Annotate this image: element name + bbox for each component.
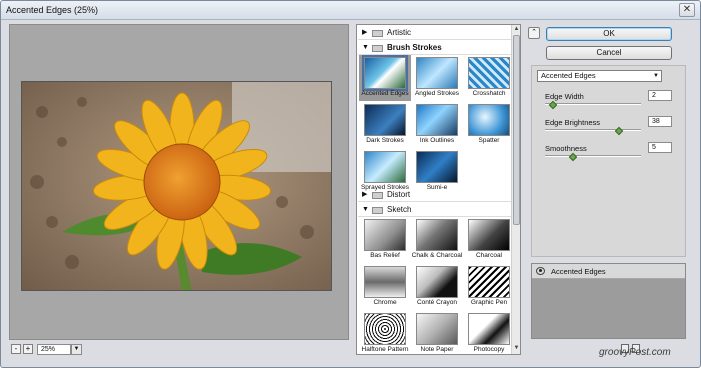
slider-track[interactable] — [545, 129, 641, 131]
collapse-gallery-button[interactable]: ⌃ — [528, 27, 540, 39]
param-edge-width: Edge Width 2 — [545, 90, 675, 112]
filter-thumb[interactable]: Charcoal — [463, 217, 515, 263]
eye-icon[interactable] — [536, 267, 545, 275]
scroll-down-icon[interactable]: ▼ — [512, 344, 520, 353]
effect-layer-row[interactable]: Accented Edges — [532, 264, 685, 279]
expand-arrow-icon[interactable]: ▶ — [362, 26, 367, 40]
zoom-level-field[interactable]: 25% — [37, 344, 71, 355]
folder-icon — [372, 30, 383, 37]
param-smoothness: Smoothness 5 — [545, 142, 675, 164]
zoom-controls: - + 25% ▼ — [11, 344, 171, 356]
effect-layers-panel: Accented Edges — [531, 263, 686, 339]
sunflower-image — [21, 81, 332, 291]
filter-thumb[interactable]: Spatter — [463, 102, 515, 148]
folder-sketch[interactable]: ▼ Sketch — [358, 203, 511, 217]
window-title: Accented Edges (25%) — [6, 5, 99, 15]
folder-brush-strokes[interactable]: ▼ Brush Strokes — [358, 41, 511, 55]
filter-thumb[interactable]: Bas Relief — [359, 217, 411, 263]
ok-button[interactable]: OK — [546, 27, 672, 41]
gallery-scrollbar[interactable]: ▲ ▼ — [511, 25, 520, 354]
preview-area[interactable] — [9, 24, 349, 340]
filter-select[interactable]: Accented Edges ▼ — [537, 70, 662, 82]
filter-thumb[interactable]: Graphic Pen — [463, 264, 515, 310]
collapse-arrow-icon[interactable]: ▼ — [362, 41, 369, 55]
close-button[interactable]: ✕ — [679, 3, 695, 17]
zoom-dropdown[interactable]: ▼ — [71, 344, 82, 355]
folder-icon — [372, 45, 383, 52]
param-edge-brightness: Edge Brightness 38 — [545, 116, 675, 138]
watermark-text: groovyPost.com — [599, 347, 671, 358]
scroll-thumb[interactable] — [513, 35, 520, 225]
cancel-button[interactable]: Cancel — [546, 46, 672, 60]
zoom-in-button[interactable]: + — [23, 344, 33, 354]
filter-thumb[interactable]: Conté Crayon — [411, 264, 463, 310]
filter-gallery: ▶ Artistic ▼ Brush Strokes Accented Edge… — [356, 24, 521, 355]
slider-track[interactable] — [545, 103, 641, 105]
folder-icon — [372, 207, 383, 214]
smoothness-input[interactable]: 5 — [648, 142, 672, 153]
edge-brightness-input[interactable]: 38 — [648, 116, 672, 127]
folder-distort[interactable]: ▶ Distort — [358, 188, 511, 202]
filter-thumb[interactable]: Note Paper — [411, 311, 463, 354]
expand-arrow-icon[interactable]: ▶ — [362, 188, 367, 202]
chevron-down-icon: ▼ — [653, 73, 659, 79]
scroll-up-icon[interactable]: ▲ — [512, 25, 520, 34]
title-bar: Accented Edges (25%) ✕ — [1, 1, 700, 20]
zoom-out-button[interactable]: - — [11, 344, 21, 354]
filter-gallery-window: Accented Edges (25%) ✕ - + 25% ▼ ▶ Artis… — [0, 0, 701, 368]
filter-thumb[interactable]: Accented Edges — [359, 55, 411, 101]
folder-icon — [372, 192, 383, 199]
collapse-arrow-icon[interactable]: ▼ — [362, 203, 369, 217]
filter-thumb[interactable]: Ink Outlines — [411, 102, 463, 148]
filter-thumb[interactable]: Chrome — [359, 264, 411, 310]
edge-width-input[interactable]: 2 — [648, 90, 672, 101]
filter-thumb[interactable]: Photocopy — [463, 311, 515, 354]
filter-thumb[interactable]: Crosshatch — [463, 55, 515, 101]
filter-thumb[interactable]: Halftone Pattern — [359, 311, 411, 354]
filter-thumb[interactable]: Dark Strokes — [359, 102, 411, 148]
filter-thumb[interactable]: Chalk & Charcoal — [411, 217, 463, 263]
filter-thumb[interactable]: Angled Strokes — [411, 55, 463, 101]
folder-artistic[interactable]: ▶ Artistic — [358, 26, 511, 40]
slider-track[interactable] — [545, 155, 641, 157]
